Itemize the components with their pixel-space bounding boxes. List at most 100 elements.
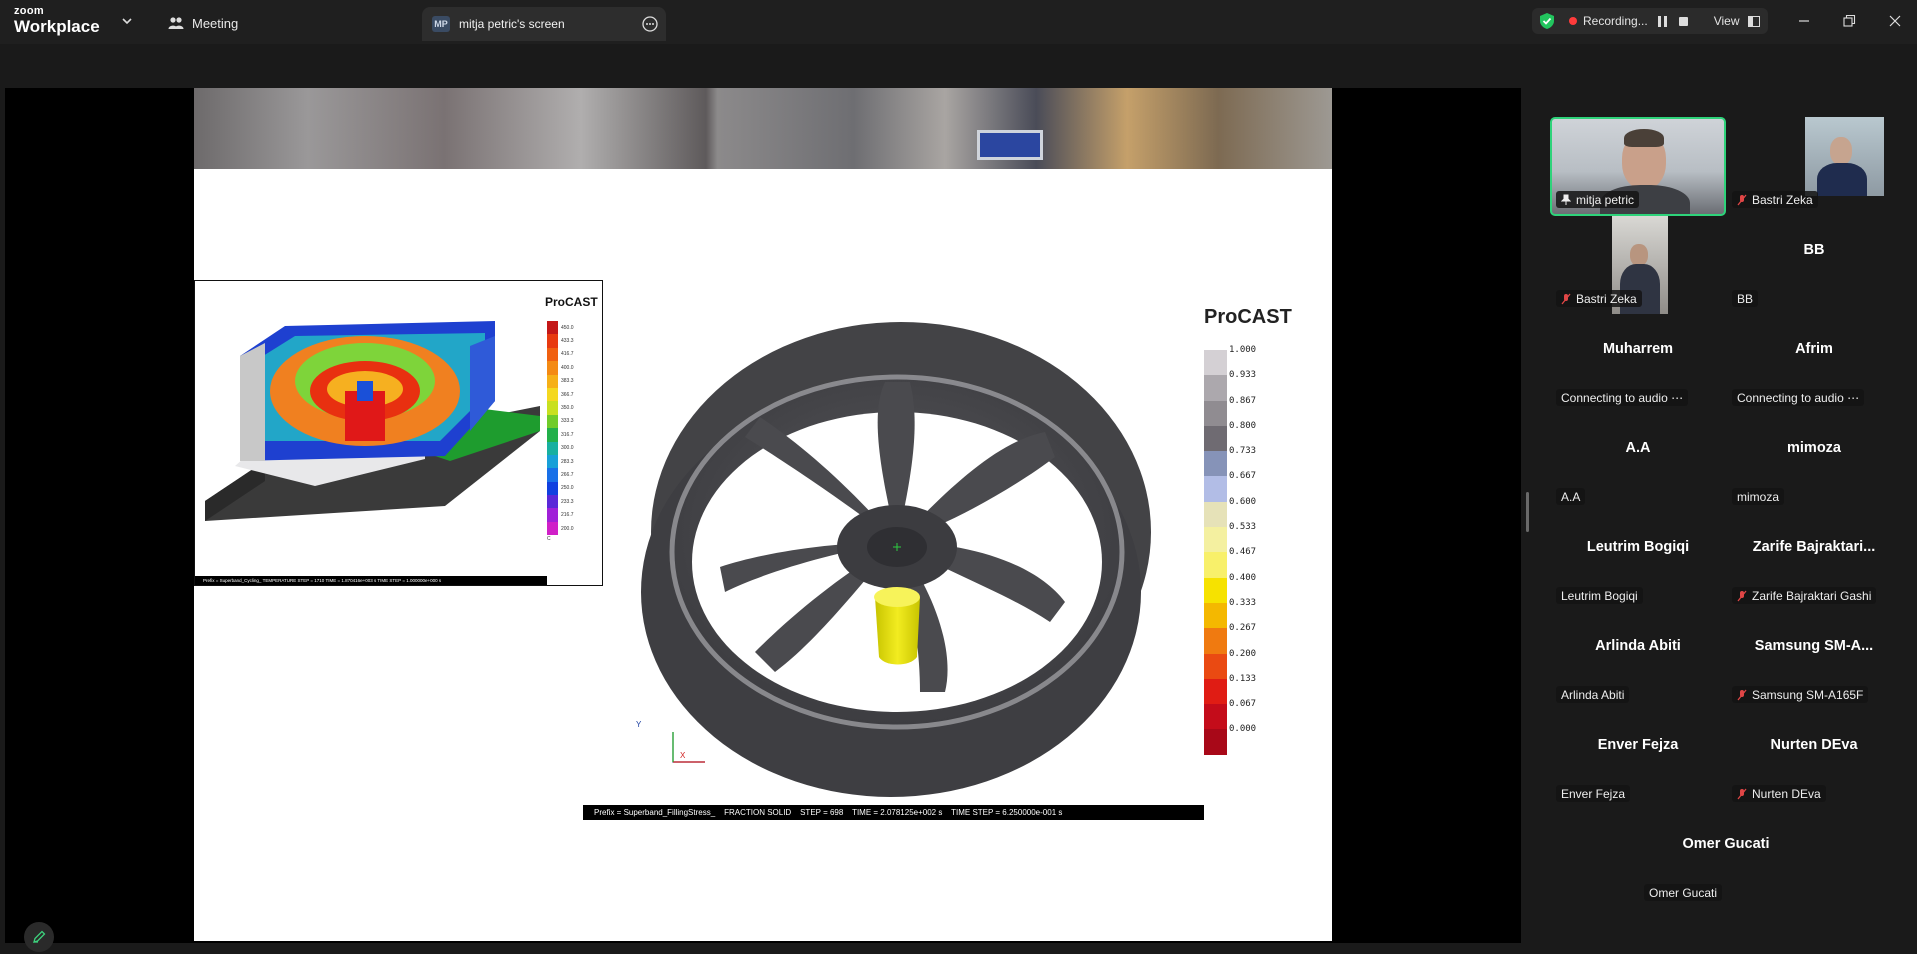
participant-name: Nurten DEva <box>1770 737 1858 753</box>
inset-legend-row: 283.3 <box>547 454 587 469</box>
participant-name-tag: Omer Gucati <box>1644 884 1723 901</box>
participant-name-tag: Leutrim Bogiqi <box>1556 587 1643 604</box>
participant-tile-aa[interactable]: A.A A.A <box>1550 414 1726 511</box>
security-shield-icon[interactable] <box>1539 12 1555 30</box>
close-icon[interactable] <box>1884 10 1906 32</box>
banner-monitor-image <box>977 130 1043 160</box>
legend-label: 400.0 <box>561 364 574 371</box>
participant-tile-samsung[interactable]: Samsung SM-A... Samsung SM-A165F <box>1726 612 1902 709</box>
muted-mic-icon <box>1737 194 1747 205</box>
legend-label: 450.0 <box>561 324 574 331</box>
minimize-icon[interactable] <box>1793 10 1815 32</box>
participant-name: mimoza <box>1787 440 1841 456</box>
participant-name: A.A <box>1625 440 1651 456</box>
legend-label: 316.7 <box>561 431 574 438</box>
participant-tile-bb[interactable]: BB BB <box>1726 216 1902 313</box>
zoom-workplace-logo[interactable]: zoom Workplace <box>14 6 100 36</box>
legend-swatch <box>1204 375 1227 401</box>
legend-swatch <box>1204 425 1227 452</box>
participants-icon <box>168 17 184 29</box>
legend-swatch <box>1204 350 1227 376</box>
presentation-slide: ProCAST 450.0 433.3 416.7 400.0 383.3 366.7 35… <box>194 88 1332 941</box>
inset-legend-row: 366.7 <box>547 387 587 402</box>
legend-swatch <box>547 401 558 415</box>
video-feed <box>1805 117 1884 196</box>
participant-tile-bastri-zeka[interactable]: Bastri Zeka <box>1726 117 1902 214</box>
participant-name: Enver Fejza <box>1597 737 1679 753</box>
view-layout-icon[interactable] <box>1747 15 1760 27</box>
inset-legend-row: 216.7 <box>547 508 587 522</box>
restore-icon[interactable] <box>1838 10 1860 32</box>
participant-tile-muharrem[interactable]: Muharrem Connecting to audio ⋯ <box>1550 315 1726 412</box>
participant-tile-nurten[interactable]: Nurten DEva Nurten DEva <box>1726 711 1902 808</box>
pencil-icon <box>33 930 46 943</box>
legend-swatch <box>1204 653 1227 679</box>
legend-swatch <box>1204 678 1227 705</box>
tab-shared-screen[interactable]: MP mitja petric's screen <box>422 7 666 41</box>
recording-status: Recording... <box>1583 14 1648 28</box>
participant-tile-enver[interactable]: Enver Fejza Enver Fejza <box>1550 711 1726 808</box>
main-status-bar: Prefix = Superband_FillingStress_ FRACTI… <box>583 805 1204 820</box>
participant-tile-mitja[interactable]: mitja petric <box>1550 117 1726 216</box>
annotate-button[interactable] <box>24 922 54 952</box>
pause-recording-icon[interactable] <box>1657 15 1667 27</box>
legend-label: 266.7 <box>561 471 574 478</box>
legend-swatch <box>547 361 558 375</box>
participant-name-tag: Arlinda Abiti <box>1556 686 1630 703</box>
inset-legend-row: 200.0 <box>547 521 587 536</box>
participant-name-tag: mitja petric <box>1556 191 1640 208</box>
legend-swatch <box>547 508 558 522</box>
participant-tile-omer[interactable]: Omer Gucati Omer Gucati <box>1638 810 1814 907</box>
panel-resize-handle[interactable] <box>1526 492 1529 532</box>
main-title: ProCAST <box>1204 306 1292 328</box>
participant-tile-mimoza[interactable]: mimoza mimoza <box>1726 414 1902 511</box>
legend-label: 0.133 <box>1229 673 1257 684</box>
muted-mic-icon <box>1737 689 1747 700</box>
participant-name: Arlinda Abiti <box>1595 638 1681 654</box>
legend-row: 0.000 <box>1204 724 1274 755</box>
more-options-icon[interactable] <box>642 16 658 32</box>
participant-name: Samsung SM-A... <box>1754 638 1874 654</box>
participant-name-tag: BB <box>1732 290 1759 307</box>
status-step: STEP = 698 <box>800 808 844 817</box>
view-button[interactable]: View <box>1714 14 1740 28</box>
inset-legend-row: 300.0 <box>547 441 587 455</box>
participant-name: BB <box>1803 242 1825 258</box>
inset-legend-row: 400.0 <box>547 361 587 375</box>
axis-y-label: Y <box>636 720 642 729</box>
legend-label: 0.067 <box>1229 699 1257 710</box>
inset-temperature-legend: 450.0 433.3 416.7 400.0 383.3 366.7 350.0 333.3… <box>547 321 587 536</box>
legend-swatch <box>1204 451 1227 477</box>
participants-gallery: mitja petric Bastri Zeka Bastri Zeka BB … <box>1530 88 1917 954</box>
legend-label: 1.000 <box>1229 345 1257 355</box>
legend-swatch <box>547 495 558 509</box>
legend-swatch <box>1204 501 1227 528</box>
participant-tile-arlinda[interactable]: Arlinda Abiti Arlinda Abiti <box>1550 612 1726 709</box>
inset-legend-row: 350.0 <box>547 401 587 415</box>
title-bar: zoom Workplace Meeting MP mitja petric's… <box>0 0 1917 44</box>
participant-tile-bastri-zeka-2[interactable]: Bastri Zeka <box>1550 216 1726 314</box>
legend-label: 0.200 <box>1229 648 1257 659</box>
tab-screen-label: mitja petric's screen <box>459 17 565 31</box>
legend-swatch <box>547 481 558 496</box>
participant-name-tag: A.A <box>1556 488 1586 505</box>
legend-label: 233.3 <box>561 498 574 505</box>
chevron-down-icon[interactable] <box>120 14 134 28</box>
participant-tile-zarife[interactable]: Zarife Bajraktari... Zarife Bajraktari G… <box>1726 513 1902 610</box>
inset-legend-row: 416.7 <box>547 347 587 362</box>
recording-controls: Recording... View <box>1532 8 1768 34</box>
tab-meeting[interactable]: Meeting <box>168 12 238 34</box>
legend-swatch <box>547 468 558 482</box>
participant-name: Muharrem <box>1602 341 1674 357</box>
mold-3d-render <box>205 321 540 521</box>
inset-title: ProCAST <box>545 295 598 309</box>
legend-label: 250.0 <box>561 485 574 492</box>
legend-swatch <box>1204 729 1227 755</box>
legend-label: 0.800 <box>1229 420 1257 431</box>
participant-tile-afrim[interactable]: Afrim Connecting to audio ⋯ <box>1726 315 1902 412</box>
participant-tile-leutrim[interactable]: Leutrim Bogiqi Leutrim Bogiqi <box>1550 513 1726 610</box>
legend-label: 416.7 <box>561 351 574 358</box>
pin-icon <box>1561 194 1571 205</box>
legend-swatch <box>547 387 558 402</box>
stop-recording-icon[interactable] <box>1678 16 1688 26</box>
